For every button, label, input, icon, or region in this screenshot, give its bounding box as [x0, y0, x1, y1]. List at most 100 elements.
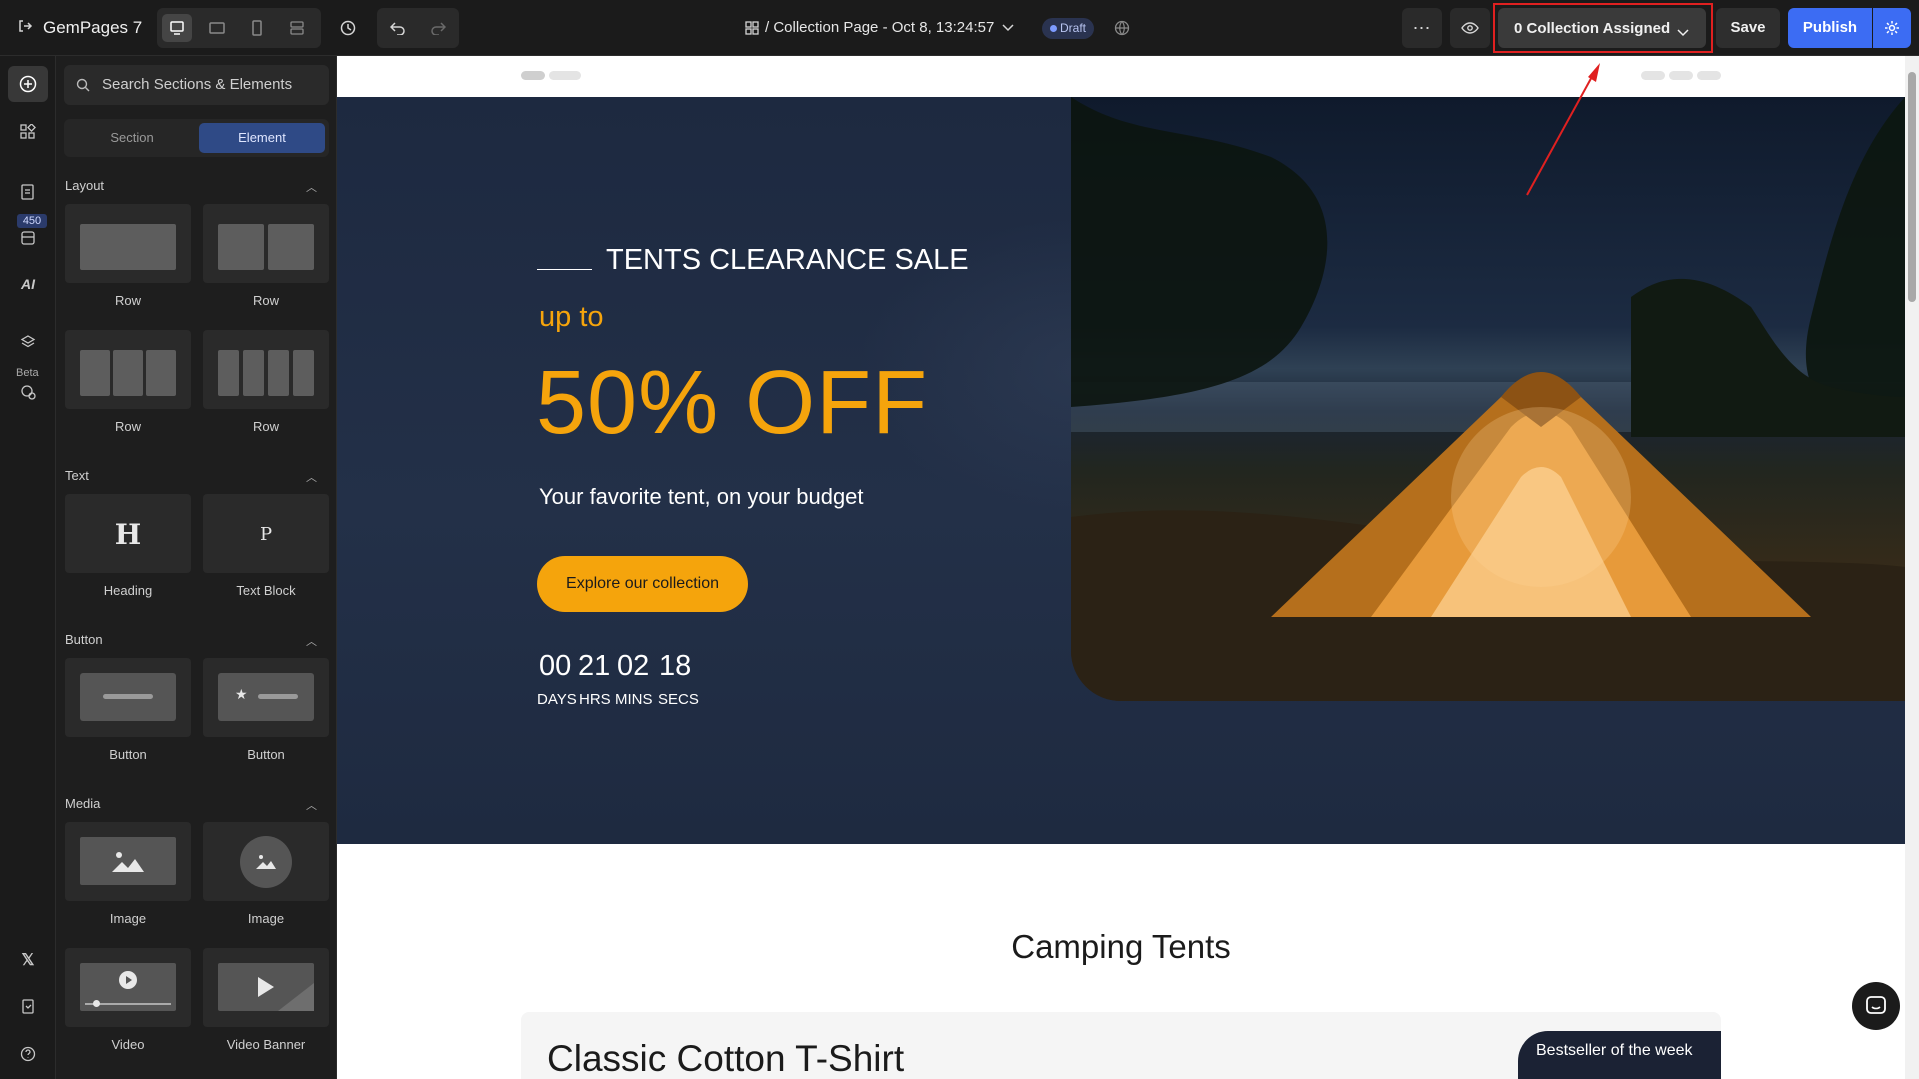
- undo-icon[interactable]: [379, 12, 417, 44]
- more-menu-button[interactable]: ⋯: [1402, 8, 1442, 48]
- video-banner-icon: [258, 977, 314, 1011]
- scrollbar-thumb[interactable]: [1908, 72, 1916, 302]
- text-block-card[interactable]: P: [203, 494, 329, 573]
- save-button[interactable]: Save: [1716, 8, 1780, 48]
- status-badge: Draft: [1042, 18, 1095, 39]
- hero-eyebrow: TENTS CLEARANCE SALE: [606, 244, 969, 276]
- layout-icon[interactable]: [282, 14, 312, 42]
- card-label: Button: [247, 747, 285, 762]
- row-4-col-card[interactable]: [203, 330, 329, 409]
- canvas-scrollbar[interactable]: [1905, 56, 1919, 1079]
- hero-headline: 50% OFF: [536, 353, 929, 453]
- tent-illustration: [1071, 97, 1905, 701]
- image-icon: [112, 852, 144, 872]
- chevron-down-icon[interactable]: [1000, 19, 1016, 37]
- row-2-col-card[interactable]: [203, 204, 329, 283]
- header-placeholder: [1641, 71, 1665, 80]
- more-icon: ⋯: [1412, 17, 1432, 38]
- hero-banner[interactable]: TENTS CLEARANCE SALE up to 50% OFF Your …: [337, 97, 1905, 844]
- tab-section[interactable]: Section: [68, 123, 196, 153]
- heading-card[interactable]: H: [65, 494, 191, 573]
- video-card[interactable]: [65, 948, 191, 1027]
- card-label: Heading: [103, 583, 153, 598]
- history-icon[interactable]: [336, 16, 360, 40]
- brand-kit-icon[interactable]: [16, 380, 40, 404]
- header-placeholder: [549, 71, 581, 80]
- pages-grid-icon[interactable]: [743, 18, 761, 38]
- panel-tabs: Section Element: [64, 119, 329, 157]
- countdown-mins-value: 02: [617, 650, 650, 682]
- redo-icon[interactable]: [419, 12, 457, 44]
- image-circle-card[interactable]: [203, 822, 329, 901]
- paragraph-glyph-icon: P: [259, 524, 273, 545]
- pages-icon[interactable]: [16, 180, 40, 204]
- library-icon[interactable]: [16, 226, 40, 250]
- preview-button[interactable]: [1450, 8, 1490, 48]
- row-3-col-card[interactable]: [65, 330, 191, 409]
- countdown-days-value: 00: [539, 650, 572, 682]
- countdown-secs-value: 18: [659, 650, 692, 682]
- add-element-icon[interactable]: [8, 66, 48, 102]
- icon-button-card[interactable]: ★: [203, 658, 329, 737]
- chat-widget-button[interactable]: [1852, 982, 1900, 1030]
- mobile-icon[interactable]: [242, 14, 272, 42]
- desktop-icon[interactable]: [162, 14, 192, 42]
- group-title-layout: Layout: [65, 178, 105, 193]
- card-label: Button: [109, 747, 147, 762]
- card-label: Row: [114, 419, 141, 434]
- app-name: GemPages 7: [43, 18, 143, 37]
- search-placeholder: Search Sections & Elements: [102, 76, 293, 93]
- group-title-text: Text: [65, 468, 89, 483]
- publish-button[interactable]: Publish: [1788, 8, 1872, 48]
- countdown-hours-value: 21: [578, 650, 611, 682]
- card-label: Row: [252, 419, 279, 434]
- hero-subtitle: Your favorite tent, on your budget: [539, 484, 864, 509]
- header-placeholder: [1669, 71, 1693, 80]
- elements-panel: Search Sections & Elements Section Eleme…: [56, 56, 337, 1079]
- beta-label: Beta: [16, 367, 39, 379]
- button-card[interactable]: [65, 658, 191, 737]
- countdown-days-label: DAYS: [537, 691, 577, 708]
- collapse-icon[interactable]: ︿: [306, 469, 317, 485]
- product-card[interactable]: Classic Cotton T-Shirt Bestseller of the…: [521, 1012, 1721, 1079]
- explore-collection-button[interactable]: Explore our collection: [537, 556, 748, 612]
- image-icon: [256, 855, 276, 869]
- countdown-secs-label: SECS: [658, 691, 699, 708]
- countdown-hours-label: HRS: [579, 691, 611, 708]
- star-icon: ★: [235, 686, 248, 702]
- image-card[interactable]: [65, 822, 191, 901]
- ai-icon[interactable]: AI: [16, 272, 40, 296]
- tablet-landscape-icon[interactable]: [202, 14, 232, 42]
- collapse-icon[interactable]: ︿: [306, 797, 317, 813]
- exit-icon[interactable]: [14, 14, 36, 38]
- layers-icon[interactable]: [16, 330, 40, 354]
- hero-tent-photo: [1071, 97, 1905, 701]
- group-title-media: Media: [65, 796, 101, 811]
- status-dot-icon: [1050, 25, 1057, 32]
- hero-upto: up to: [539, 301, 604, 333]
- header-placeholder: [521, 71, 545, 80]
- collapse-icon[interactable]: ︿: [306, 179, 317, 195]
- card-label: Video: [111, 1037, 145, 1052]
- page-title[interactable]: / Collection Page - Oct 8, 13:24:57: [765, 19, 994, 36]
- tab-element[interactable]: Element: [199, 123, 325, 153]
- help-icon[interactable]: [16, 1042, 40, 1066]
- bestseller-badge: Bestseller of the week: [1518, 1031, 1721, 1079]
- heading-glyph-icon: H: [114, 518, 142, 551]
- eyebrow-line: [537, 269, 592, 270]
- clipboard-icon[interactable]: [16, 994, 40, 1018]
- row-1-col-card[interactable]: [65, 204, 191, 283]
- card-label: Image: [109, 911, 147, 926]
- undo-redo-group: [377, 8, 459, 48]
- search-input[interactable]: Search Sections & Elements: [64, 65, 329, 105]
- templates-icon[interactable]: [16, 120, 40, 144]
- product-title: Classic Cotton T-Shirt: [547, 1038, 905, 1079]
- publish-globe-icon[interactable]: [1111, 17, 1133, 39]
- x-logo-icon[interactable]: 𝕏: [16, 948, 40, 972]
- collapse-icon[interactable]: ︿: [306, 633, 317, 649]
- page-canvas: TENTS CLEARANCE SALE up to 50% OFF Your …: [337, 56, 1905, 1079]
- video-banner-card[interactable]: [203, 948, 329, 1027]
- group-title-button: Button: [65, 632, 103, 647]
- publish-settings-icon[interactable]: [1873, 8, 1911, 48]
- icon-rail: 450 AI Beta 𝕏: [0, 56, 56, 1079]
